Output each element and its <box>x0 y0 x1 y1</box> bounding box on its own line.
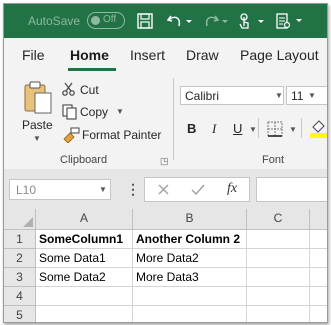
format-painter-label[interactable]: Format Painter <box>82 128 161 142</box>
cell-b1[interactable]: Another Column 2 <box>133 230 247 249</box>
redo-icon[interactable] <box>202 12 220 30</box>
row-header-5[interactable]: 5 <box>4 306 36 322</box>
cell-d1[interactable] <box>310 230 327 249</box>
more-options-icon[interactable]: ⋮ <box>126 181 140 198</box>
cancel-icon[interactable] <box>157 183 170 196</box>
cell-c4[interactable] <box>247 287 310 306</box>
tab-home[interactable]: Home <box>70 47 109 63</box>
cell-a4[interactable] <box>36 287 133 306</box>
touch-mode-icon[interactable] <box>236 12 254 30</box>
undo-dropdown-icon[interactable] <box>184 12 194 30</box>
underline-button[interactable]: U <box>233 121 242 136</box>
column-header-c[interactable]: C <box>247 209 310 230</box>
toggle-knob <box>91 16 100 25</box>
undo-icon[interactable] <box>166 12 184 30</box>
font-size-value: 11 <box>291 89 304 103</box>
cell-b5[interactable] <box>133 306 247 322</box>
copy-dropdown-icon[interactable]: ▼ <box>116 107 124 116</box>
active-tab-indicator <box>68 68 116 71</box>
cell-c2[interactable] <box>247 249 310 268</box>
formula-buttons: fx <box>144 177 250 202</box>
fill-color-icon[interactable] <box>310 118 327 138</box>
font-name-value: Calibri <box>185 89 220 103</box>
cell-c1[interactable] <box>247 230 310 249</box>
cell-d4[interactable] <box>310 287 327 306</box>
insert-function-icon[interactable]: fx <box>227 181 237 197</box>
enter-icon[interactable] <box>191 183 205 196</box>
cell-b2[interactable]: More Data2 <box>133 249 247 268</box>
copy-label[interactable]: Copy <box>80 105 108 119</box>
name-box-dropdown-icon[interactable]: ▼ <box>99 185 107 194</box>
spreadsheet-grid: A B C 1 SomeColumn1 Another Column 2 2 S… <box>4 209 327 322</box>
cell-c5[interactable] <box>247 306 310 322</box>
cell-b4[interactable] <box>133 287 247 306</box>
ribbon-tabs: File Home Insert Draw Page Layout <box>4 38 327 72</box>
font-name-dropdown-icon[interactable]: ▼ <box>275 91 283 100</box>
autosave-state: Off <box>103 14 117 25</box>
font-group-label: Font <box>262 154 285 166</box>
cell-a1[interactable]: SomeColumn1 <box>36 230 133 249</box>
cell-a5[interactable] <box>36 306 133 322</box>
paste-dropdown-icon[interactable]: ▼ <box>33 134 41 143</box>
save-icon[interactable] <box>136 12 154 30</box>
row-header-1[interactable]: 1 <box>4 230 36 249</box>
font-size-dropdown-icon[interactable]: ▼ <box>308 91 316 100</box>
cut-icon[interactable] <box>62 82 76 96</box>
formula-input[interactable] <box>256 177 327 202</box>
column-header-a[interactable]: A <box>36 209 133 230</box>
autosave-label: AutoSave <box>28 14 81 28</box>
cell-b3[interactable]: More Data3 <box>133 268 247 287</box>
redo-dropdown-icon[interactable] <box>220 12 230 30</box>
column-header-d[interactable] <box>310 209 327 230</box>
title-bar: AutoSave Off <box>4 4 327 38</box>
select-all-corner[interactable] <box>4 209 36 230</box>
touch-dropdown-icon[interactable] <box>256 12 266 30</box>
tab-insert[interactable]: Insert <box>130 47 165 63</box>
font-size-select[interactable]: 11 <box>286 86 327 105</box>
cell-d3[interactable] <box>310 268 327 287</box>
customize-qat-icon[interactable] <box>294 12 304 30</box>
ribbon-home: Paste ▼ Cut Copy ▼ Format Painter Clipbo… <box>4 72 327 170</box>
font-name-select[interactable]: Calibri <box>180 86 284 105</box>
group-separator <box>173 78 174 160</box>
cell-c3[interactable] <box>247 268 310 287</box>
select-all-icon <box>23 217 33 227</box>
bold-button[interactable]: B <box>187 121 196 136</box>
autosave-toggle[interactable]: Off <box>87 12 125 29</box>
cell-a3[interactable]: Some Data2 <box>36 268 133 287</box>
cut-label[interactable]: Cut <box>80 83 99 97</box>
underline-dropdown-icon[interactable]: ▼ <box>249 125 257 134</box>
format-painter-icon[interactable] <box>62 127 80 143</box>
tab-draw[interactable]: Draw <box>186 47 219 63</box>
font-separator-2 <box>301 118 302 138</box>
paste-icon[interactable] <box>22 80 54 116</box>
tab-file[interactable]: File <box>22 47 45 63</box>
cell-a2[interactable]: Some Data1 <box>36 249 133 268</box>
row-header-4[interactable]: 4 <box>4 287 36 306</box>
row-header-3[interactable]: 3 <box>4 268 36 287</box>
print-preview-icon[interactable] <box>274 12 292 30</box>
borders-icon[interactable] <box>267 121 283 137</box>
tab-page-layout[interactable]: Page Layout <box>240 47 319 63</box>
paste-label[interactable]: Paste <box>22 118 53 132</box>
row-header-2[interactable]: 2 <box>4 249 36 268</box>
clipboard-launcher-icon[interactable]: ◳ <box>160 156 169 167</box>
name-box[interactable]: L10 <box>9 179 111 200</box>
excel-window: AutoSave Off File Home Insert Draw Page … <box>3 3 328 323</box>
formula-bar: L10 ▼ ⋮ fx <box>4 169 327 209</box>
cell-d5[interactable] <box>310 306 327 322</box>
clipboard-group-label: Clipboard <box>60 154 108 166</box>
font-separator <box>258 118 259 138</box>
italic-button[interactable]: I <box>212 121 216 137</box>
borders-dropdown-icon[interactable]: ▼ <box>289 125 297 134</box>
cell-d2[interactable] <box>310 249 327 268</box>
name-box-value: L10 <box>16 183 37 197</box>
column-header-b[interactable]: B <box>133 209 247 230</box>
copy-icon[interactable] <box>62 104 78 120</box>
